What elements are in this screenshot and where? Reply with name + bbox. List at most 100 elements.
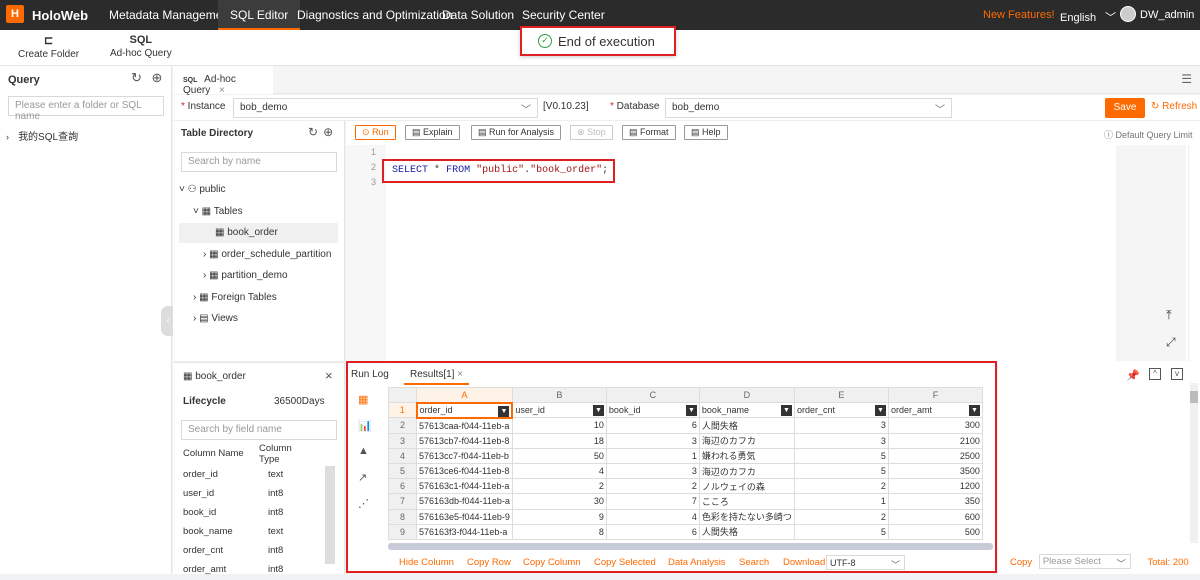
table-cell[interactable]: 576163e5-f044-11eb-9: [416, 508, 513, 525]
table-row[interactable]: 3 57613cb7-f044-11eb-8 18 3 海辺のカフカ 3 2100: [388, 432, 983, 449]
tree-table-partition-demo[interactable]: › ▦ partition_demo: [203, 270, 288, 281]
table-cell[interactable]: 2: [511, 478, 607, 495]
table-cell[interactable]: 8: [511, 523, 607, 540]
table-cell[interactable]: 6: [605, 417, 700, 434]
run-analysis-button[interactable]: ▤ Run for Analysis: [471, 125, 562, 140]
locate-icon[interactable]: ⊕: [323, 125, 333, 139]
table-cell[interactable]: 色彩を持たない多崎つ: [698, 508, 795, 525]
explain-button[interactable]: ▤ Explain: [405, 125, 460, 140]
format-button[interactable]: ▤ Format: [622, 125, 676, 140]
table-row[interactable]: 4 57613cc7-f044-11eb-b 50 1 嫌われる勇気 5 2500: [388, 447, 983, 464]
expand-up-icon[interactable]: ^: [1149, 368, 1161, 380]
filter-dropdown-icon[interactable]: ▼: [498, 405, 510, 416]
sql-statement[interactable]: SELECT * FROM "public"."book_order";: [382, 159, 615, 183]
table-cell[interactable]: 1: [605, 447, 700, 464]
column-header[interactable]: order_amt ▼: [887, 402, 983, 419]
help-button[interactable]: ▤ Help: [684, 125, 728, 140]
editor-scrollbar[interactable]: [1188, 145, 1200, 361]
field-search-input[interactable]: Search by field name: [181, 420, 337, 440]
tab-adhoc-query[interactable]: SQL Ad-hoc Query ×: [173, 66, 273, 96]
table-cell[interactable]: 3: [793, 432, 889, 449]
refresh-icon[interactable]: ↻: [308, 125, 318, 139]
table-cell[interactable]: 600: [887, 508, 983, 525]
table-cell[interactable]: 2: [793, 478, 889, 495]
table-cell[interactable]: 1: [793, 493, 889, 510]
table-cell[interactable]: 4: [511, 462, 607, 480]
hide-column-action[interactable]: Hide Column: [399, 557, 454, 568]
table-cell[interactable]: 576163f3-f044-11eb-a: [416, 523, 513, 540]
table-cell[interactable]: 2: [605, 478, 700, 495]
table-cell[interactable]: 2100: [887, 432, 983, 449]
line-chart-icon[interactable]: ↗: [358, 471, 378, 497]
table-cell[interactable]: 50: [511, 447, 607, 464]
table-cell[interactable]: 2: [793, 508, 889, 525]
instance-select[interactable]: bob_demo ﹀: [233, 98, 538, 118]
table-cell[interactable]: 5: [793, 447, 889, 464]
table-cell[interactable]: 350: [887, 493, 983, 510]
encoding-select[interactable]: UTF-8 ﹀: [826, 555, 905, 570]
adhoc-query-button[interactable]: SQL Ad-hoc Query: [110, 34, 172, 59]
table-cell[interactable]: 3: [605, 462, 700, 480]
database-select[interactable]: bob_demo ﹀: [665, 98, 952, 118]
col-letter[interactable]: F: [887, 386, 983, 404]
column-header[interactable]: order_id ▼: [415, 401, 514, 419]
tree-tables[interactable]: ˅ ▦ Tables: [193, 206, 243, 217]
table-cell[interactable]: 人間失格: [698, 417, 795, 434]
create-folder-button[interactable]: ⊏ Create Folder: [18, 34, 79, 60]
scatter-chart-icon[interactable]: ⋰: [358, 497, 378, 523]
list-item[interactable]: order_cnt int8: [173, 542, 345, 561]
tree-foreign-tables[interactable]: › ▦ Foreign Tables: [193, 292, 277, 303]
language-select[interactable]: English ﹀: [1060, 9, 1116, 25]
table-cell[interactable]: 57613cb7-f044-11eb-8: [416, 432, 513, 449]
search-action[interactable]: Search: [739, 557, 769, 568]
fullscreen-icon[interactable]: ⤢: [1166, 335, 1176, 350]
column-list-scrollbar[interactable]: [325, 466, 335, 564]
col-letter[interactable]: C: [605, 386, 700, 404]
table-row[interactable]: 2 57613caa-f044-11eb-a 10 6 人間失格 3 300: [388, 417, 983, 434]
table-cell[interactable]: 7: [605, 493, 700, 510]
copy-selected-action[interactable]: Copy Selected: [594, 557, 656, 568]
table-cell[interactable]: 5: [793, 523, 889, 540]
table-cell[interactable]: 3: [793, 417, 889, 434]
locate-icon[interactable]: ⊕: [152, 70, 163, 85]
chevron-right-icon[interactable]: ›: [6, 132, 9, 142]
tree-table-order-schedule[interactable]: › ▦ order_schedule_partition: [203, 249, 331, 260]
table-cell[interactable]: 9: [511, 508, 607, 525]
table-row[interactable]: 8 576163e5-f044-11eb-9 9 4 色彩を持たない多崎つ 2 600: [388, 508, 983, 525]
column-header[interactable]: book_id ▼: [605, 402, 700, 419]
table-cell[interactable]: ノルウェイの森: [698, 478, 795, 495]
filter-dropdown-icon[interactable]: ▼: [968, 405, 980, 417]
new-features-link[interactable]: New Features!: [983, 9, 1055, 21]
table-cell[interactable]: 300: [887, 417, 983, 434]
list-item[interactable]: book_name text: [173, 523, 345, 542]
sql-editor[interactable]: 1 2 3 SELECT * FROM "public"."book_order…: [346, 145, 1200, 361]
table-cell[interactable]: 57613caa-f044-11eb-a: [416, 417, 513, 434]
table-cell[interactable]: 海辺のカフカ: [698, 432, 795, 449]
col-letter[interactable]: D: [698, 386, 795, 404]
bar-chart-icon[interactable]: 📊: [358, 419, 378, 445]
col-letter[interactable]: A: [416, 386, 513, 404]
menu-icon[interactable]: ☰: [1181, 72, 1192, 86]
table-cell[interactable]: 10: [511, 417, 607, 434]
list-item[interactable]: user_id int8: [173, 485, 345, 504]
table-cell[interactable]: 嫌われる勇気: [698, 447, 795, 464]
table-cell[interactable]: 6: [605, 523, 700, 540]
copy-format-select[interactable]: Please Select ﹀: [1038, 554, 1131, 570]
refresh-icon[interactable]: ↻: [131, 70, 142, 85]
area-chart-icon[interactable]: ▲: [358, 445, 378, 471]
table-view-icon[interactable]: ▦: [358, 393, 378, 419]
filter-dropdown-icon[interactable]: ▼: [780, 405, 792, 417]
save-button[interactable]: Save: [1105, 98, 1145, 118]
close-icon[interactable]: ×: [457, 369, 463, 380]
tab-results[interactable]: Results[1] ×: [404, 363, 470, 385]
table-cell[interactable]: 576163c1-f044-11eb-a: [416, 478, 513, 495]
data-analysis-action[interactable]: Data Analysis: [668, 557, 726, 568]
username[interactable]: DW_admin: [1140, 9, 1194, 21]
query-search-input[interactable]: Please enter a folder or SQL name: [8, 96, 164, 122]
tab-run-log[interactable]: Run Log: [351, 369, 389, 380]
table-cell[interactable]: 500: [887, 523, 983, 540]
column-header[interactable]: user_id ▼: [511, 402, 607, 419]
filter-dropdown-icon[interactable]: ▼: [592, 405, 604, 417]
table-cell[interactable]: 2500: [887, 447, 983, 464]
copy-column-action[interactable]: Copy Column: [523, 557, 581, 568]
